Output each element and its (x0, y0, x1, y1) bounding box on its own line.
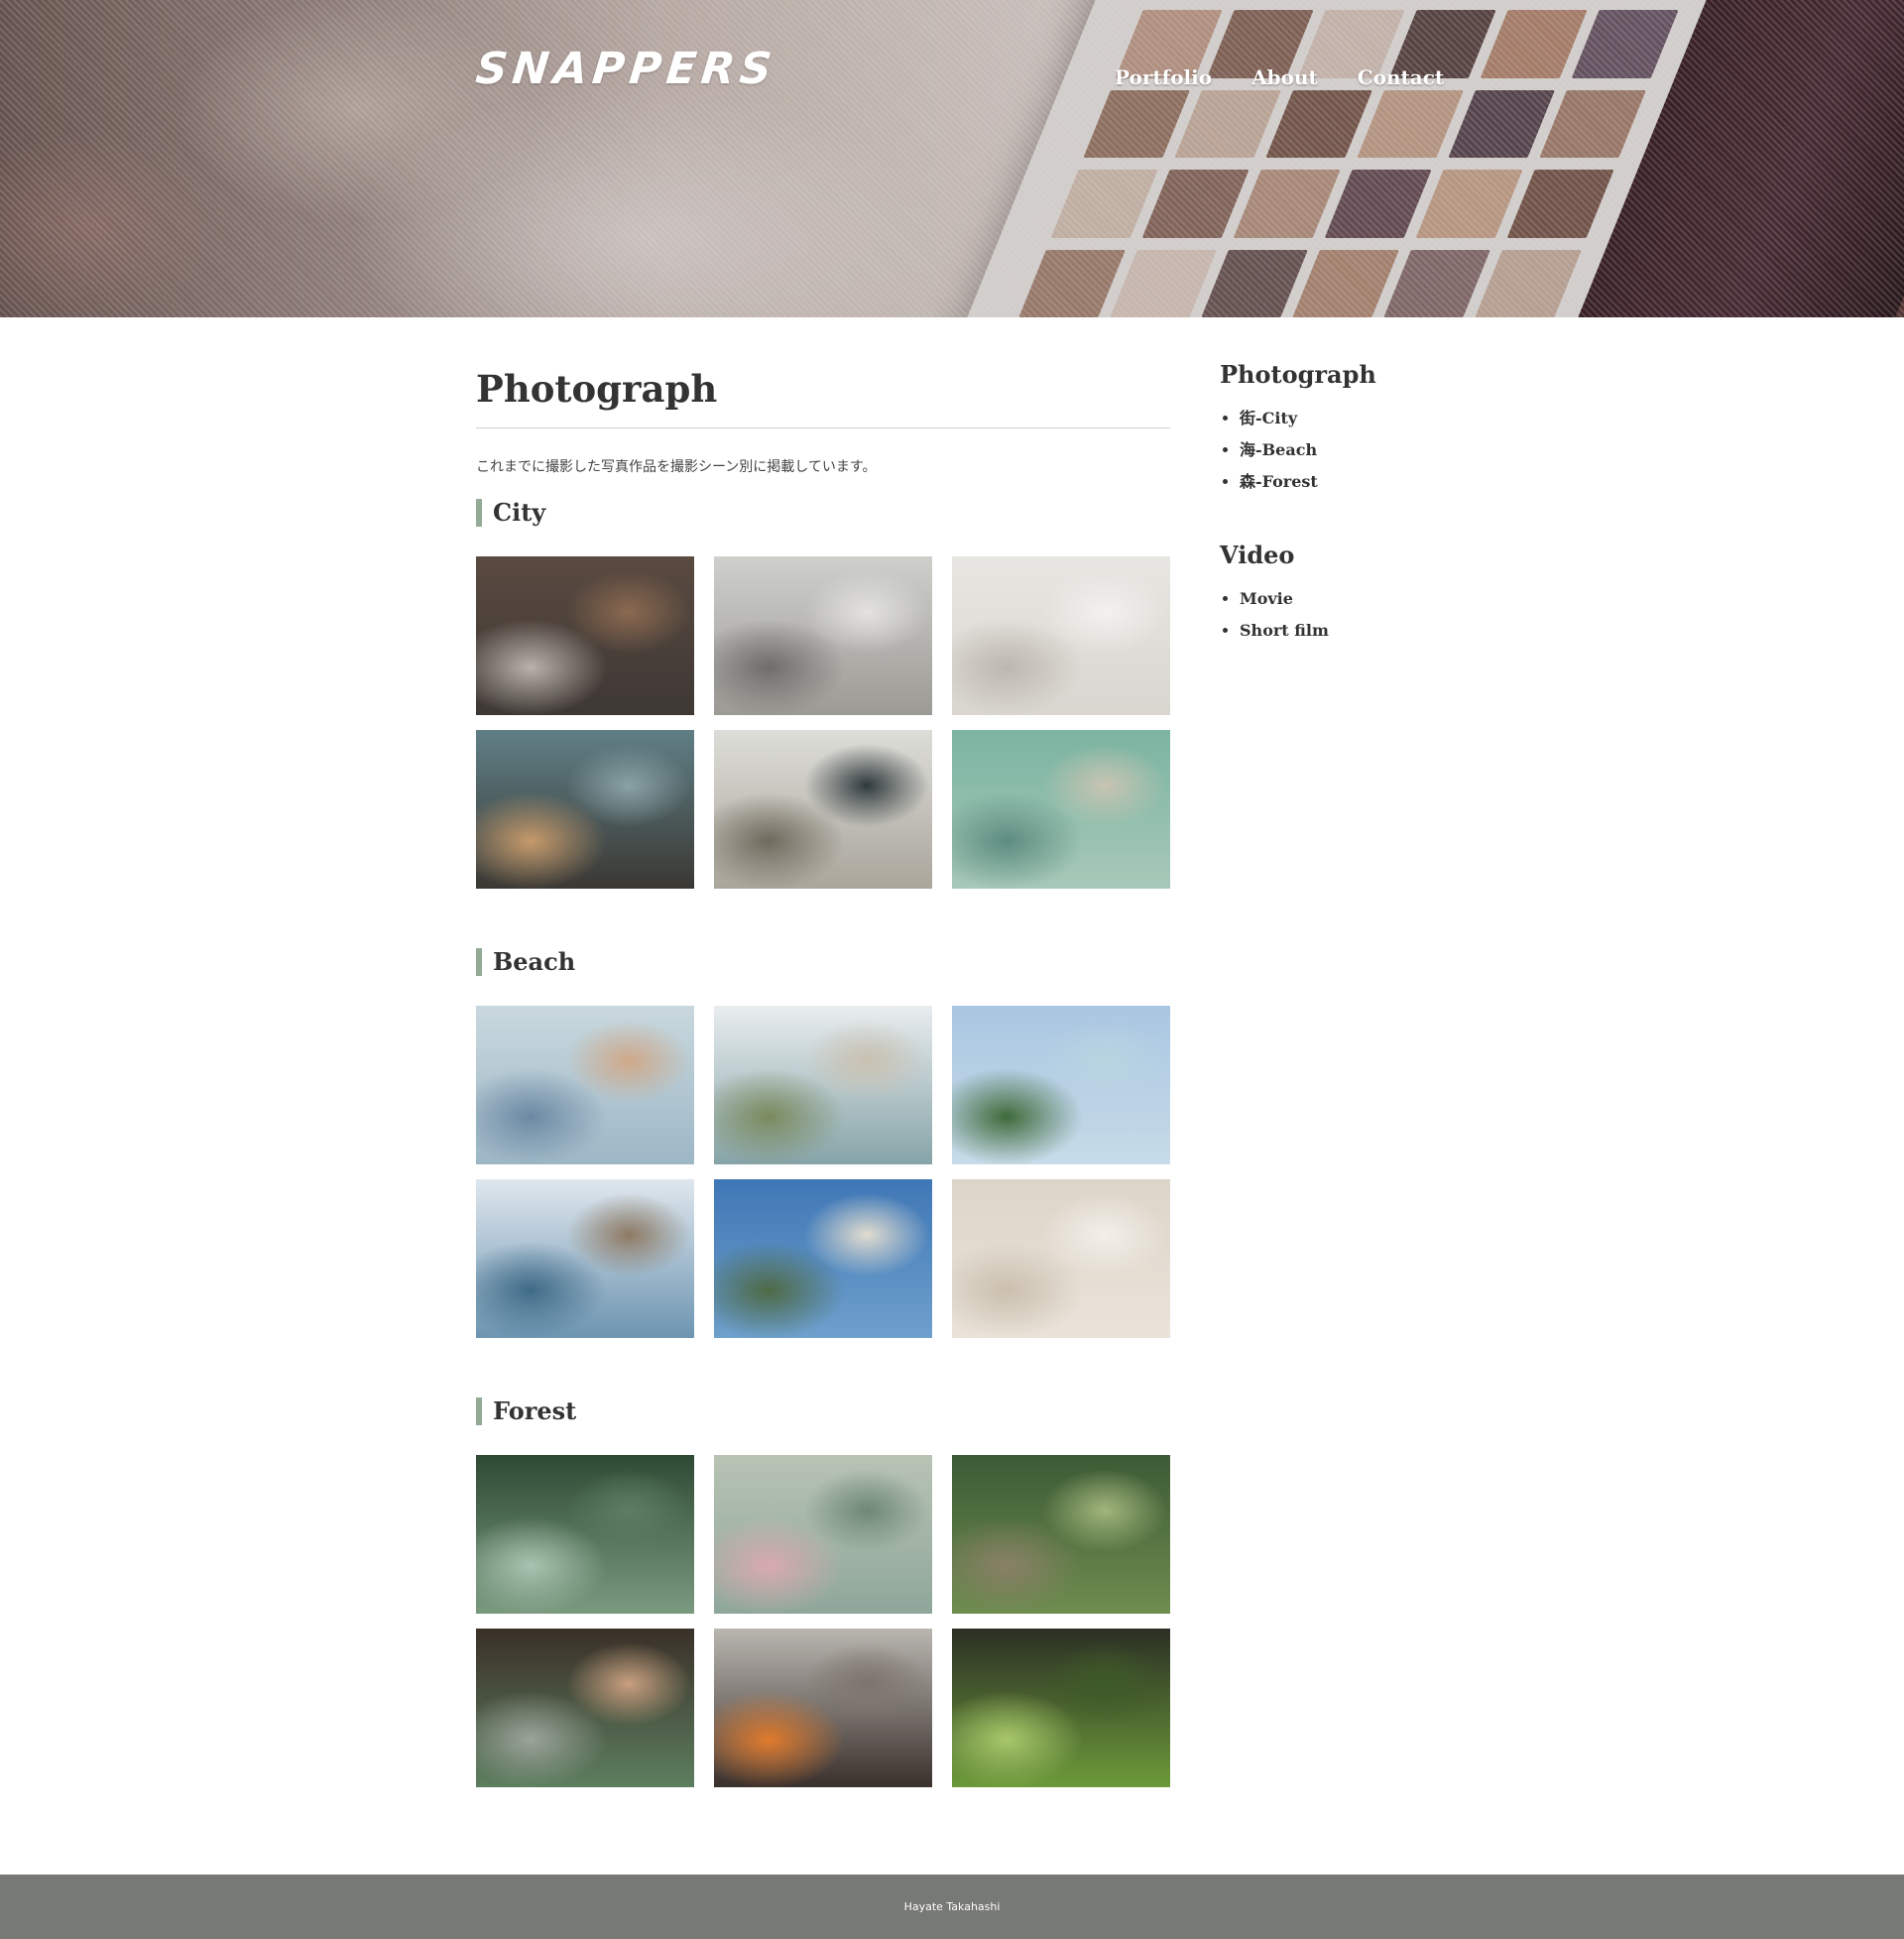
photo-thumbnail[interactable] (952, 1629, 1170, 1787)
photo-grid-forest (476, 1455, 1170, 1787)
photo-thumbnail[interactable] (476, 1179, 694, 1338)
photo-thumbnail[interactable] (714, 1455, 932, 1614)
hero-banner: SNAPPERS Portfolio About Contact (0, 0, 1904, 317)
sidebar-item-beach: 海-Beach (1240, 434, 1478, 466)
site-logo[interactable]: SNAPPERS (473, 44, 778, 94)
nav-about[interactable]: About (1251, 65, 1318, 89)
intro-text: これまでに撮影した写真作品を撮影シーン別に掲載しています。 (476, 459, 877, 475)
photo-thumbnail[interactable] (952, 556, 1170, 715)
hero-veil (0, 0, 1904, 317)
photo-thumbnail[interactable] (476, 556, 694, 715)
sidebar-item-movie: Movie (1240, 583, 1478, 615)
sidebar-list-photograph: 街-City 海-Beach 森-Forest (1220, 403, 1478, 498)
photo-thumbnail[interactable] (476, 730, 694, 889)
photo-grid-city (476, 556, 1170, 889)
nav-portfolio[interactable]: Portfolio (1115, 65, 1212, 89)
sidebar-link-city[interactable]: 街-City (1240, 409, 1297, 427)
sidebar-item-short-film: Short film (1240, 615, 1478, 647)
section-title-city: City (476, 499, 1170, 527)
photo-thumbnail[interactable] (952, 1006, 1170, 1164)
sidebar-item-forest: 森-Forest (1240, 466, 1478, 498)
site-footer: Hayate Takahashi (0, 1875, 1904, 1939)
main-nav: Portfolio About Contact (1115, 65, 1444, 89)
photo-thumbnail[interactable] (952, 730, 1170, 889)
sidebar-item-city: 街-City (1240, 403, 1478, 434)
photo-thumbnail[interactable] (714, 730, 932, 889)
photo-thumbnail[interactable] (476, 1629, 694, 1787)
photo-thumbnail[interactable] (714, 1179, 932, 1338)
title-divider (476, 427, 1170, 428)
photo-grid-beach (476, 1006, 1170, 1338)
section-city: City (476, 499, 1170, 889)
sidebar-link-movie[interactable]: Movie (1240, 589, 1293, 608)
photo-thumbnail[interactable] (952, 1179, 1170, 1338)
section-forest: Forest (476, 1397, 1170, 1787)
sidebar: Photograph 街-City 海-Beach 森-Forest Video… (1220, 359, 1478, 647)
photo-thumbnail[interactable] (714, 1629, 932, 1787)
photo-thumbnail[interactable] (476, 1455, 694, 1614)
section-title-beach: Beach (476, 948, 1170, 976)
sidebar-heading-video: Video (1220, 541, 1295, 569)
sidebar-link-forest[interactable]: 森-Forest (1240, 472, 1318, 491)
sidebar-link-beach[interactable]: 海-Beach (1240, 440, 1317, 459)
photo-thumbnail[interactable] (952, 1455, 1170, 1614)
footer-credit: Hayate Takahashi (903, 1900, 1001, 1913)
photo-thumbnail[interactable] (714, 1006, 932, 1164)
main-content: Photograph これまでに撮影した写真作品を撮影シーン別に掲載しています。… (476, 367, 1170, 1787)
sidebar-link-short-film[interactable]: Short film (1240, 621, 1329, 640)
section-beach: Beach (476, 948, 1170, 1338)
section-title-forest: Forest (476, 1397, 1170, 1425)
photo-thumbnail[interactable] (476, 1006, 694, 1164)
nav-contact[interactable]: Contact (1358, 65, 1444, 89)
photo-thumbnail[interactable] (714, 556, 932, 715)
sidebar-heading-photograph: Photograph (1220, 360, 1376, 389)
sidebar-list-video: Movie Short film (1220, 583, 1478, 647)
page-title: Photograph (476, 367, 718, 411)
